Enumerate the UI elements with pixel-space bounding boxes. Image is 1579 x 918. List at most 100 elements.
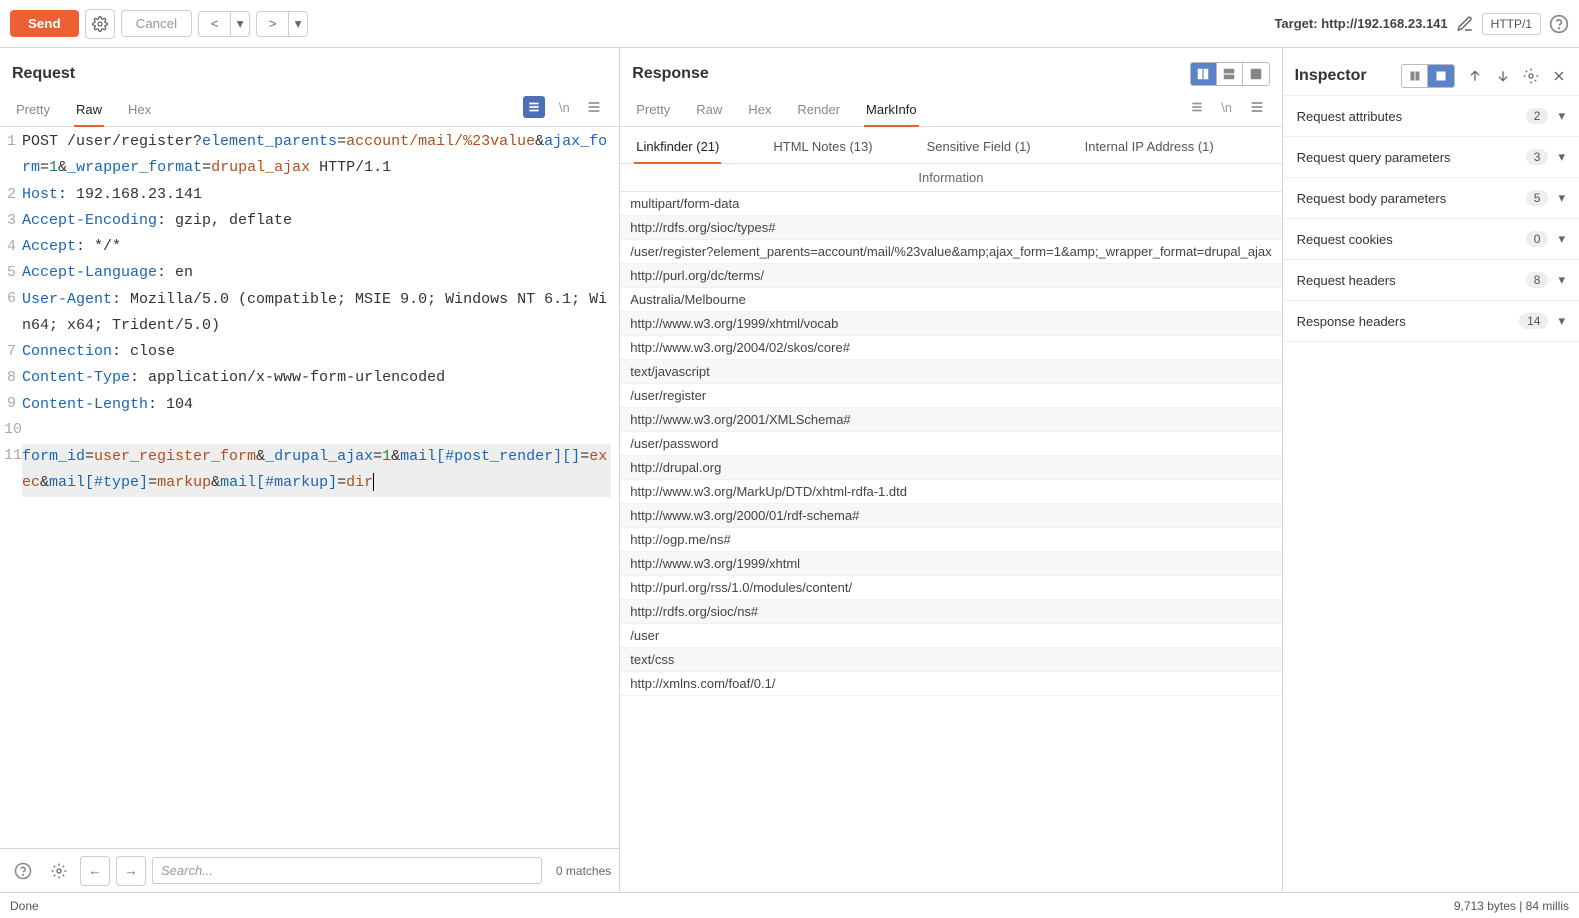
request-toggle-icon[interactable]	[523, 96, 545, 118]
info-header: Information	[620, 164, 1281, 192]
history-forward-button[interactable]: >	[257, 12, 289, 36]
info-row[interactable]: http://www.w3.org/2001/XMLSchema#	[620, 408, 1281, 432]
response-newline-icon[interactable]: \n	[1216, 96, 1238, 118]
inspector-collapse-icon[interactable]	[1495, 68, 1511, 84]
info-row[interactable]: http://www.w3.org/MarkUp/DTD/xhtml-rdfa-…	[620, 480, 1281, 504]
request-tab-raw[interactable]: Raw	[74, 96, 104, 127]
layout-rows-icon[interactable]	[1217, 63, 1243, 85]
code-line[interactable]: Content-Type: application/x-www-form-url…	[22, 365, 611, 391]
inspector-section[interactable]: Request query parameters3▾	[1283, 137, 1579, 178]
code-line[interactable]: Content-Length: 104	[22, 392, 611, 418]
layout-single-icon[interactable]	[1243, 63, 1269, 85]
search-matches: 0 matches	[556, 864, 611, 878]
info-row[interactable]: multipart/form-data	[620, 192, 1281, 216]
inspector-section[interactable]: Request cookies0▾	[1283, 219, 1579, 260]
info-list[interactable]: multipart/form-datahttp://rdfs.org/sioc/…	[620, 192, 1281, 892]
info-row[interactable]: http://purl.org/rss/1.0/modules/content/	[620, 576, 1281, 600]
code-line[interactable]: POST /user/register?element_parents=acco…	[22, 129, 611, 182]
response-subtab[interactable]: Linkfinder (21)	[634, 133, 721, 164]
info-row[interactable]: http://drupal.org	[620, 456, 1281, 480]
response-tab-render[interactable]: Render	[795, 96, 842, 126]
response-tab-pretty[interactable]: Pretty	[634, 96, 672, 126]
request-menu-icon[interactable]	[583, 96, 605, 118]
send-button[interactable]: Send	[10, 10, 79, 37]
request-tab-pretty[interactable]: Pretty	[14, 96, 52, 126]
info-row[interactable]: http://purl.org/dc/terms/	[620, 264, 1281, 288]
response-subtab[interactable]: HTML Notes (13)	[771, 133, 874, 163]
request-pane: Request Pretty Raw Hex \n 1234567891011 …	[0, 48, 620, 892]
target-area: Target: http://192.168.23.141 HTTP/1	[1274, 13, 1569, 35]
history-back-dropdown[interactable]: ▾	[231, 12, 249, 36]
search-prev-button[interactable]: ←	[80, 856, 110, 886]
info-row[interactable]: /user/register	[620, 384, 1281, 408]
settings-request-icon[interactable]	[44, 856, 74, 886]
gear-icon[interactable]	[85, 9, 115, 39]
code-line[interactable]	[22, 418, 611, 444]
layout-columns-icon[interactable]	[1191, 63, 1217, 85]
cancel-button[interactable]: Cancel	[121, 10, 193, 37]
request-tabs: Pretty Raw Hex \n	[0, 92, 619, 127]
response-tab-raw[interactable]: Raw	[694, 96, 724, 126]
code-line[interactable]: Host: 192.168.23.141	[22, 182, 611, 208]
code-line[interactable]: Connection: close	[22, 339, 611, 365]
info-row[interactable]: /user/register?element_parents=account/m…	[620, 240, 1281, 264]
inspector-layout-b-icon[interactable]	[1428, 65, 1454, 87]
code-line[interactable]: form_id=user_register_form&_drupal_ajax=…	[22, 444, 611, 497]
status-bar: Done 9,713 bytes | 84 millis	[0, 892, 1579, 918]
response-pane: Response Pretty Raw Hex Render MarkInfo …	[620, 48, 1282, 892]
inspector-title: Inspector	[1295, 67, 1367, 85]
inspector-pane: Inspector Request attributes2▾Request qu…	[1283, 48, 1579, 892]
response-tab-hex[interactable]: Hex	[746, 96, 773, 126]
request-editor[interactable]: 1234567891011 POST /user/register?elemen…	[0, 127, 619, 848]
info-row[interactable]: http://rdfs.org/sioc/types#	[620, 216, 1281, 240]
response-tab-markinfo[interactable]: MarkInfo	[864, 96, 919, 127]
search-input[interactable]: Search...	[152, 857, 542, 884]
history-back-button[interactable]: <	[199, 12, 231, 36]
protocol-pill[interactable]: HTTP/1	[1482, 13, 1541, 35]
info-row[interactable]: Australia/Melbourne	[620, 288, 1281, 312]
status-right: 9,713 bytes | 84 millis	[1454, 899, 1569, 913]
inspector-expand-icon[interactable]	[1467, 68, 1483, 84]
info-row[interactable]: /user/password	[620, 432, 1281, 456]
inspector-section[interactable]: Request body parameters5▾	[1283, 178, 1579, 219]
response-title: Response	[632, 65, 708, 83]
history-forward-dropdown[interactable]: ▾	[289, 12, 307, 36]
response-menu-icon[interactable]	[1246, 96, 1268, 118]
info-row[interactable]: text/javascript	[620, 360, 1281, 384]
info-row[interactable]: http://www.w3.org/2000/01/rdf-schema#	[620, 504, 1281, 528]
code-line[interactable]: Accept: */*	[22, 234, 611, 260]
inspector-section[interactable]: Request attributes2▾	[1283, 96, 1579, 137]
history-back-group[interactable]: < ▾	[198, 11, 250, 37]
code-line[interactable]: Accept-Encoding: gzip, deflate	[22, 208, 611, 234]
top-toolbar: Send Cancel < ▾ > ▾ Target: http://192.1…	[0, 0, 1579, 48]
code-line[interactable]: Accept-Language: en	[22, 260, 611, 286]
info-row[interactable]: http://rdfs.org/sioc/ns#	[620, 600, 1281, 624]
layout-toggle[interactable]	[1190, 62, 1270, 86]
inspector-section[interactable]: Request headers8▾	[1283, 260, 1579, 301]
history-forward-group[interactable]: > ▾	[256, 11, 308, 37]
inspector-close-icon[interactable]	[1551, 68, 1567, 84]
search-next-button[interactable]: →	[116, 856, 146, 886]
response-subtabs: Linkfinder (21) HTML Notes (13) Sensitive …	[620, 127, 1281, 164]
response-toggle-icon[interactable]	[1186, 96, 1208, 118]
response-subtab[interactable]: Internal IP Address (1)	[1083, 133, 1216, 163]
inspector-section[interactable]: Response headers14▾	[1283, 301, 1579, 342]
request-tab-hex[interactable]: Hex	[126, 96, 153, 126]
info-row[interactable]: text/css	[620, 648, 1281, 672]
info-row[interactable]: http://www.w3.org/1999/xhtml/vocab	[620, 312, 1281, 336]
help-icon[interactable]	[1549, 14, 1569, 34]
info-row[interactable]: /user	[620, 624, 1281, 648]
response-subtab[interactable]: Sensitive Field (1)	[925, 133, 1033, 163]
inspector-layout-a-icon[interactable]	[1402, 65, 1428, 87]
response-tabs: Pretty Raw Hex Render MarkInfo \n	[620, 92, 1281, 127]
code-line[interactable]: User-Agent: Mozilla/5.0 (compatible; MSI…	[22, 287, 611, 340]
newline-icon[interactable]: \n	[553, 96, 575, 118]
inspector-layout-toggle[interactable]	[1401, 64, 1455, 88]
info-row[interactable]: http://www.w3.org/2004/02/skos/core#	[620, 336, 1281, 360]
help-request-icon[interactable]	[8, 856, 38, 886]
edit-target-icon[interactable]	[1456, 15, 1474, 33]
info-row[interactable]: http://ogp.me/ns#	[620, 528, 1281, 552]
info-row[interactable]: http://xmlns.com/foaf/0.1/	[620, 672, 1281, 696]
info-row[interactable]: http://www.w3.org/1999/xhtml	[620, 552, 1281, 576]
inspector-settings-icon[interactable]	[1523, 68, 1539, 84]
